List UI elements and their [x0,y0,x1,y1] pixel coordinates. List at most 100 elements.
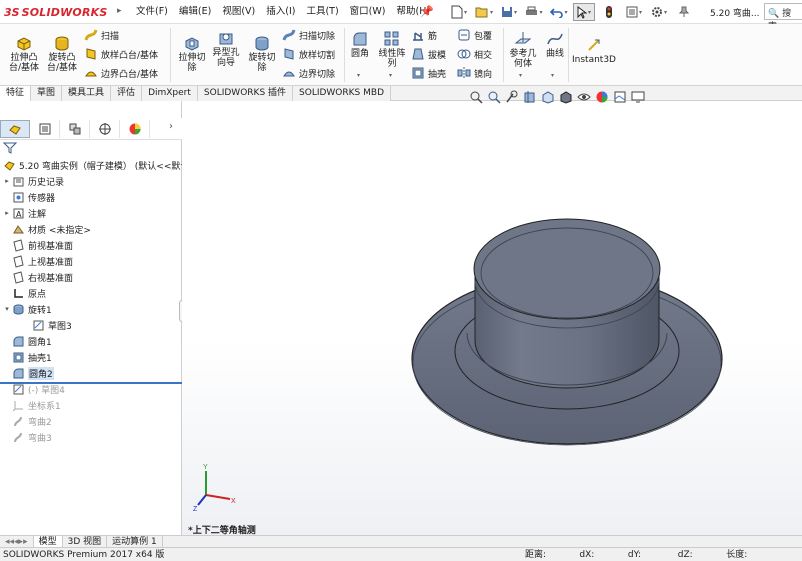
lofted-cut-button[interactable]: 放样切割 [282,46,335,62]
print-button[interactable]: ▾ [523,3,545,21]
tree-item[interactable]: 上视基准面 [0,253,182,269]
loft-boss-button[interactable]: 放样凸台/基体 [84,46,158,62]
tree-item[interactable]: ▾ 旋转1 [0,301,182,317]
wrap-button[interactable]: 包覆 [457,27,492,43]
boundary-boss-button[interactable]: 边界凸台/基体 [84,65,158,81]
dimxpert-manager-tab[interactable] [90,119,120,138]
options-button[interactable]: ▾ [648,3,670,21]
view-orientation-button[interactable] [540,89,556,105]
display-style-button[interactable] [558,89,574,105]
tab-mold-tools[interactable]: 模具工具 [62,86,112,101]
pin-toolbar-button[interactable] [673,3,695,21]
tree-item[interactable]: ▸ A 注解 [0,205,182,221]
view-settings-button[interactable] [630,89,646,105]
undo-button[interactable]: ▾ [548,3,570,21]
extrude-boss-button[interactable]: 拉伸凸 台/基体 [6,34,42,73]
menu-insert[interactable]: 插入(I) [262,5,299,19]
menu-expand-arrow-icon[interactable]: ▸ [117,6,122,16]
tree-item[interactable]: 弯曲3 [0,429,182,445]
linear-pattern-button[interactable]: 线性阵 列 [376,30,408,69]
tree-item[interactable]: 前视基准面 [0,237,182,253]
intersect-button[interactable]: 相交 [457,46,492,62]
panel-collapse-arrow-icon[interactable]: › [169,121,173,132]
previous-view-button[interactable] [504,89,520,105]
menu-view[interactable]: 视图(V) [218,5,259,19]
flex-icon [12,431,25,444]
tree-item[interactable]: 抽壳1 [0,349,182,365]
tree-root-part[interactable]: 5.20 弯曲实例（帽子建模） (默认<<默认 [0,157,182,173]
tree-item[interactable]: 材质 <未指定> [0,221,182,237]
save-button[interactable]: ▾ [498,3,520,21]
zoom-area-button[interactable] [486,89,502,105]
tree-expand-arrow-icon[interactable]: ▾ [2,305,12,313]
tree-item[interactable]: 圆角1 [0,333,182,349]
mirror-button[interactable]: 镜向 [457,65,492,81]
rollback-bar[interactable] [0,382,182,384]
ref-geometry-dropdown-icon[interactable]: ▾ [519,72,522,79]
select-button[interactable]: ▾ [573,3,595,21]
draft-button[interactable]: 拔模 [411,46,446,62]
fillet-button[interactable]: 圆角 [346,30,374,59]
tree-expand-arrow-icon[interactable]: ▸ [2,209,12,217]
hat-crown-top[interactable] [473,218,661,320]
tab-motion-study[interactable]: 运动算例 1 [107,535,163,548]
tab-sketch[interactable]: 草图 [31,86,63,101]
search-box[interactable]: 🔍 搜索 [764,3,802,32]
filter-icon[interactable] [3,141,17,155]
extrude-cut-button[interactable]: 拉伸切 除 [174,34,210,73]
rebuild-button[interactable] [598,3,620,21]
graphics-area[interactable]: Y X Z [182,101,802,535]
hat-model[interactable]: Y X Z [182,101,802,535]
tree-item[interactable]: 传感器 [0,189,182,205]
scenes-button[interactable] [612,89,628,105]
pin-menu-icon[interactable]: 📌 [420,5,434,18]
fillet-dropdown-icon[interactable]: ▾ [357,72,360,79]
display-manager-tab[interactable] [120,119,150,138]
curves-button[interactable]: 曲线 [542,30,568,59]
tree-expand-arrow-icon[interactable]: ▸ [2,177,12,185]
open-document-button[interactable]: ▾ [473,3,495,21]
instant3d-button[interactable]: Instant3D [572,36,616,65]
tab-model[interactable]: 模型 [33,535,63,548]
zoom-to-fit-button[interactable] [468,89,484,105]
tree-item[interactable]: 弯曲2 [0,413,182,429]
hole-wizard-button[interactable]: 异型孔 向导 [208,29,244,68]
menu-window[interactable]: 窗口(W) [346,5,390,19]
shell-button[interactable]: 抽壳 [411,65,446,81]
configuration-manager-tab[interactable] [60,119,90,138]
tree-item[interactable]: ▸ 历史记录 [0,173,182,189]
tab-features[interactable]: 特征 [0,86,32,101]
tab-addins[interactable]: SOLIDWORKS 插件 [197,86,294,101]
edit-appearance-button[interactable] [594,89,610,105]
feature-manager-tab[interactable] [0,119,30,138]
tab-3d-views[interactable]: 3D 视图 [63,535,108,548]
tab-evaluate[interactable]: 评估 [111,86,143,101]
curves-dropdown-icon[interactable]: ▾ [551,72,554,79]
tree-item[interactable]: 右视基准面 [0,269,182,285]
tree-item[interactable]: 圆角2 [0,365,182,381]
scroll-tabs-arrows[interactable]: ◂◂◂▸▸ [0,535,34,548]
solidworks-logo[interactable]: 3S SOLIDWORKS [4,5,108,19]
revolve-boss-button[interactable]: 旋转凸 台/基体 [44,34,80,73]
new-document-button[interactable]: ▾ [448,3,470,21]
menu-file[interactable]: 文件(F) [132,5,172,19]
sweep-button[interactable]: 扫描 [84,27,119,43]
tree-item[interactable]: 草图3 [0,317,182,333]
hide-show-button[interactable] [576,89,592,105]
tree-item[interactable]: 原点 [0,285,182,301]
tree-item[interactable]: 坐标系1 [0,397,182,413]
pattern-dropdown-icon[interactable]: ▾ [389,72,392,79]
swept-cut-button[interactable]: 扫描切除 [282,27,335,43]
revolve-cut-button[interactable]: 旋转切 除 [244,34,280,73]
section-view-button[interactable] [522,89,538,105]
tab-dimxpert[interactable]: DimXpert [142,86,198,101]
boundary-cut-button[interactable]: 边界切除 [282,65,335,81]
property-manager-tab[interactable] [30,119,60,138]
rib-button[interactable]: 筋 [411,27,437,43]
menu-edit[interactable]: 编辑(E) [175,5,215,19]
menu-tools[interactable]: 工具(T) [302,5,342,19]
tab-mbd[interactable]: SOLIDWORKS MBD [293,86,391,101]
revolve-icon [12,303,25,316]
reference-geometry-button[interactable]: 参考几 何体 [506,30,540,69]
file-properties-button[interactable]: ▾ [623,3,645,21]
